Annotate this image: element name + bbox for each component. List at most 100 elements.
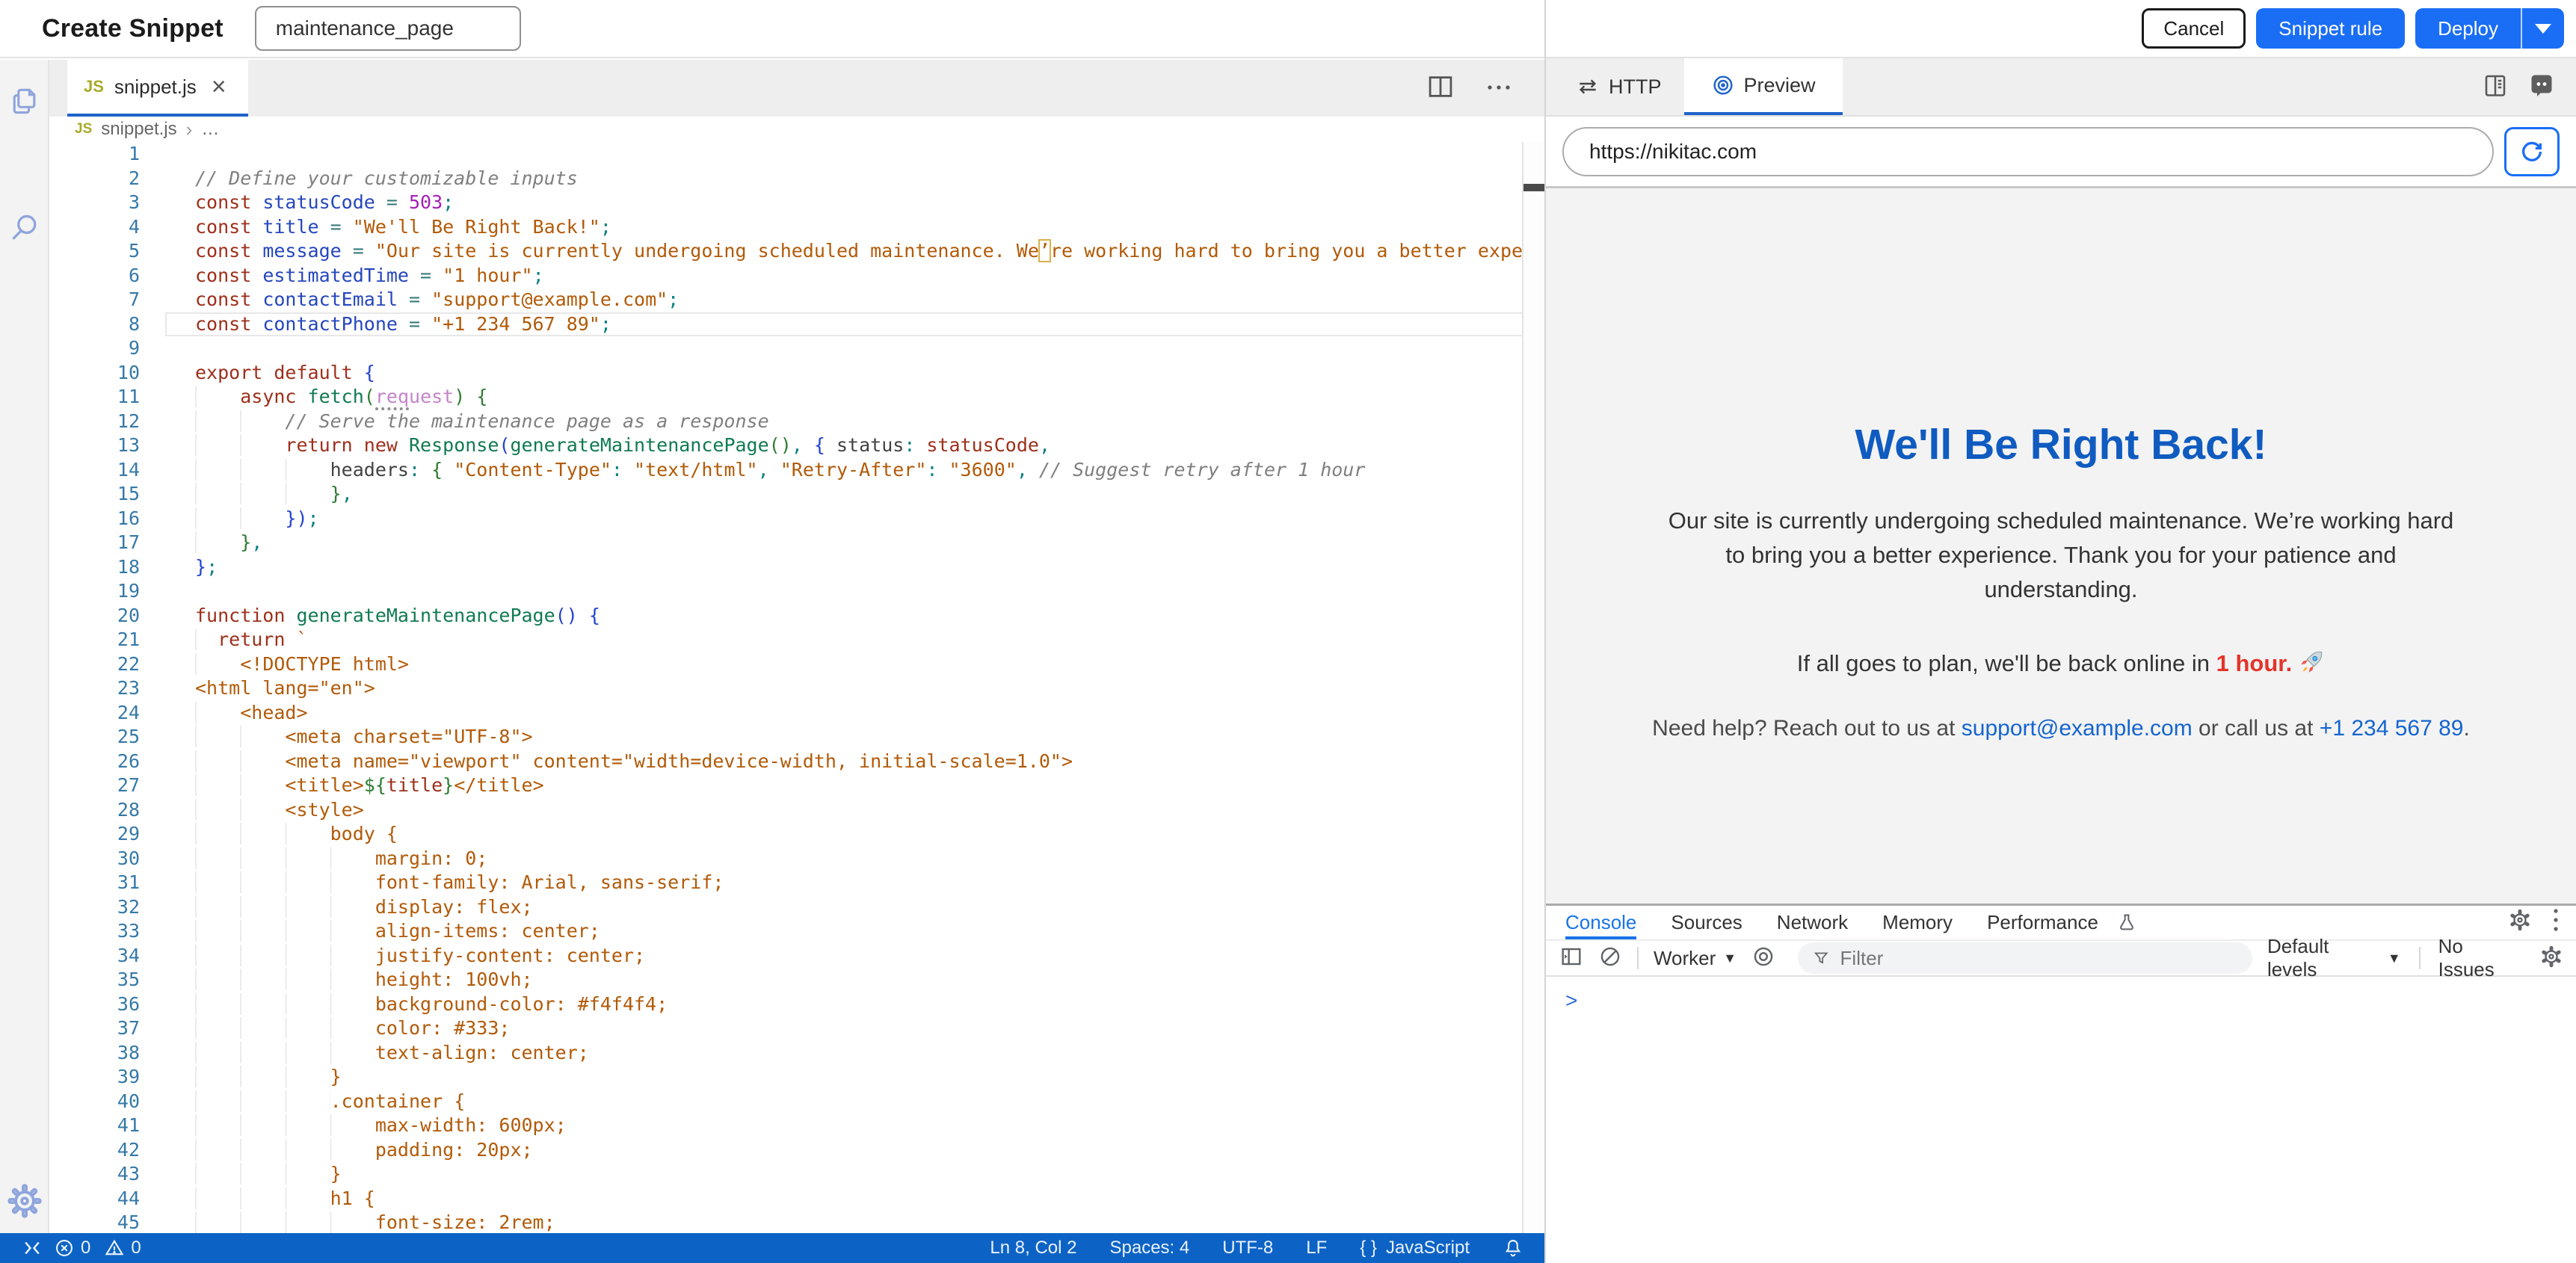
code-line[interactable]: 34 justify-content: center;: [49, 944, 1544, 969]
refresh-button[interactable]: [2504, 127, 2560, 176]
code-line[interactable]: 28 <style>: [49, 798, 1544, 823]
code-line[interactable]: 2// Define your customizable inputs: [49, 167, 1544, 191]
encoding-setting[interactable]: UTF-8: [1222, 1238, 1273, 1259]
settings-gear-icon[interactable]: [0, 1175, 49, 1227]
console-settings-gear-icon[interactable]: [2540, 945, 2563, 972]
code-line[interactable]: 37 color: #333;: [49, 1016, 1544, 1041]
discord-icon[interactable]: [2528, 72, 2555, 102]
code-line[interactable]: 31 font-family: Arial, sans-serif;: [49, 871, 1544, 895]
snippet-rule-button[interactable]: Snippet rule: [2256, 8, 2405, 49]
code-line[interactable]: 15 },: [49, 482, 1544, 507]
files-icon[interactable]: [0, 75, 49, 127]
code-line[interactable]: 17 },: [49, 531, 1544, 555]
close-tab-icon[interactable]: ×: [212, 74, 227, 99]
console-prompt[interactable]: >: [1565, 989, 1577, 1012]
tab-preview[interactable]: Preview: [1684, 58, 1843, 115]
code-line[interactable]: 20function generateMaintenancePage() {: [49, 604, 1544, 629]
code-line[interactable]: 43 }: [49, 1162, 1544, 1187]
code-line[interactable]: 24 <head>: [49, 701, 1544, 726]
console-sidebar-toggle-icon[interactable]: [1559, 945, 1583, 972]
devtools-menu-dots-icon[interactable]: [2552, 907, 2560, 938]
code-line[interactable]: 21 return `: [49, 628, 1544, 652]
cursor-position[interactable]: Ln 8, Col 2: [990, 1238, 1076, 1259]
code-line[interactable]: 14 headers: { "Content-Type": "text/html…: [49, 458, 1544, 483]
code-line[interactable]: 6const estimatedTime = "1 hour";: [49, 264, 1544, 288]
code-line[interactable]: 29 body {: [49, 822, 1544, 847]
phone-link[interactable]: +1 234 567 89: [2320, 716, 2464, 741]
devtools-tab-console[interactable]: Console: [1565, 906, 1636, 939]
devtools-tab-sources[interactable]: Sources: [1671, 906, 1742, 939]
code-line[interactable]: 27 <title>${title}</title>: [49, 773, 1544, 798]
code-line[interactable]: 39 }: [49, 1065, 1544, 1090]
code-line[interactable]: 1: [49, 142, 1544, 167]
deploy-dropdown-button[interactable]: [2522, 8, 2564, 49]
line-number: 27: [49, 773, 165, 798]
search-icon[interactable]: [0, 202, 49, 254]
tab-http[interactable]: HTTP: [1553, 58, 1684, 115]
code-line[interactable]: 23<html lang="en">: [49, 676, 1544, 701]
devtools-tab-memory[interactable]: Memory: [1882, 906, 1953, 939]
code-line[interactable]: 22 <!DOCTYPE html>: [49, 652, 1544, 677]
support-email-link[interactable]: support@example.com: [1962, 716, 2193, 741]
devtools-settings-gear-icon[interactable]: [2509, 909, 2531, 936]
code-line[interactable]: 9: [49, 336, 1544, 361]
notifications-bell-icon[interactable]: [1503, 1238, 1523, 1259]
code-line[interactable]: 7const contactEmail = "support@example.c…: [49, 288, 1544, 312]
code-line[interactable]: 41 max-width: 600px;: [49, 1114, 1544, 1138]
code-line[interactable]: 13 return new Response(generateMaintenan…: [49, 433, 1544, 458]
editor-tab-bar: JS snippet.js ×: [49, 60, 1544, 117]
tab-snippet-js[interactable]: JS snippet.js ×: [67, 60, 248, 117]
code-line[interactable]: 40 .container {: [49, 1090, 1544, 1114]
code-line[interactable]: 30 margin: 0;: [49, 847, 1544, 871]
code-editor[interactable]: 12// Define your customizable inputs3con…: [49, 142, 1544, 1233]
cancel-button[interactable]: Cancel: [2142, 8, 2246, 49]
code-line[interactable]: 8const contactPhone = "+1 234 567 89";: [49, 312, 1544, 337]
devtools-tab-performance[interactable]: Performance: [1987, 906, 2098, 939]
filter-input[interactable]: [1840, 947, 2237, 970]
clear-console-icon[interactable]: [1598, 945, 1622, 972]
console-filter[interactable]: [1798, 942, 2252, 974]
code-line[interactable]: 26 <meta name="viewport" content="width=…: [49, 750, 1544, 774]
code-line[interactable]: 35 height: 100vh;: [49, 968, 1544, 992]
breadcrumb[interactable]: JS snippet.js › …: [49, 117, 1544, 142]
code-line[interactable]: 5const message = "Our site is currently …: [49, 239, 1544, 264]
snippet-name-input[interactable]: [255, 6, 521, 51]
eol-setting[interactable]: LF: [1306, 1238, 1327, 1259]
code-line[interactable]: 19: [49, 579, 1544, 604]
code-line[interactable]: 4const title = "We'll Be Right Back!";: [49, 215, 1544, 240]
console-output[interactable]: >: [1546, 977, 2576, 1013]
log-levels-selector[interactable]: Default levels▼: [2267, 935, 2401, 981]
issues-counter[interactable]: No Issues: [2438, 935, 2522, 981]
indentation-setting[interactable]: Spaces: 4: [1110, 1238, 1190, 1259]
problems-indicator[interactable]: 0 0: [54, 1238, 141, 1259]
code-line[interactable]: 32 display: flex;: [49, 895, 1544, 920]
code-line[interactable]: 45 font-size: 2rem;: [49, 1211, 1544, 1233]
error-count: 0: [81, 1238, 90, 1259]
language-mode[interactable]: { } JavaScript: [1360, 1238, 1470, 1259]
editor-scrollbar[interactable]: [1522, 142, 1544, 1233]
code-line[interactable]: 12 // Serve the maintenance page as a re…: [49, 410, 1544, 434]
code-line[interactable]: 18};: [49, 555, 1544, 580]
execution-context-selector[interactable]: Worker▼: [1654, 947, 1737, 970]
more-actions-icon[interactable]: [1486, 81, 1512, 95]
devtools-tab-network[interactable]: Network: [1777, 906, 1848, 939]
code-line[interactable]: 25 <meta charset="UTF-8">: [49, 725, 1544, 750]
code-line[interactable]: 11 async fetch(request) {: [49, 385, 1544, 410]
split-editor-icon[interactable]: [1426, 74, 1455, 103]
code-line[interactable]: 16 });: [49, 507, 1544, 531]
code-line[interactable]: 38 text-align: center;: [49, 1041, 1544, 1066]
code-line[interactable]: 44 h1 {: [49, 1187, 1544, 1211]
docs-book-icon[interactable]: [2482, 72, 2509, 102]
url-input[interactable]: [1562, 127, 2494, 176]
code-line[interactable]: 42 padding: 20px;: [49, 1138, 1544, 1163]
breadcrumb-file[interactable]: snippet.js: [101, 119, 176, 140]
code-line[interactable]: 3const statusCode = 503;: [49, 191, 1544, 215]
braces-icon: { }: [1360, 1238, 1377, 1259]
code-line[interactable]: 10export default {: [49, 361, 1544, 386]
breadcrumb-more[interactable]: …: [201, 119, 219, 140]
deploy-button[interactable]: Deploy: [2415, 8, 2522, 49]
code-line[interactable]: 33 align-items: center;: [49, 919, 1544, 944]
remote-indicator-icon[interactable]: [21, 1237, 43, 1259]
live-expression-eye-icon[interactable]: [1751, 945, 1775, 972]
code-line[interactable]: 36 background-color: #f4f4f4;: [49, 992, 1544, 1017]
